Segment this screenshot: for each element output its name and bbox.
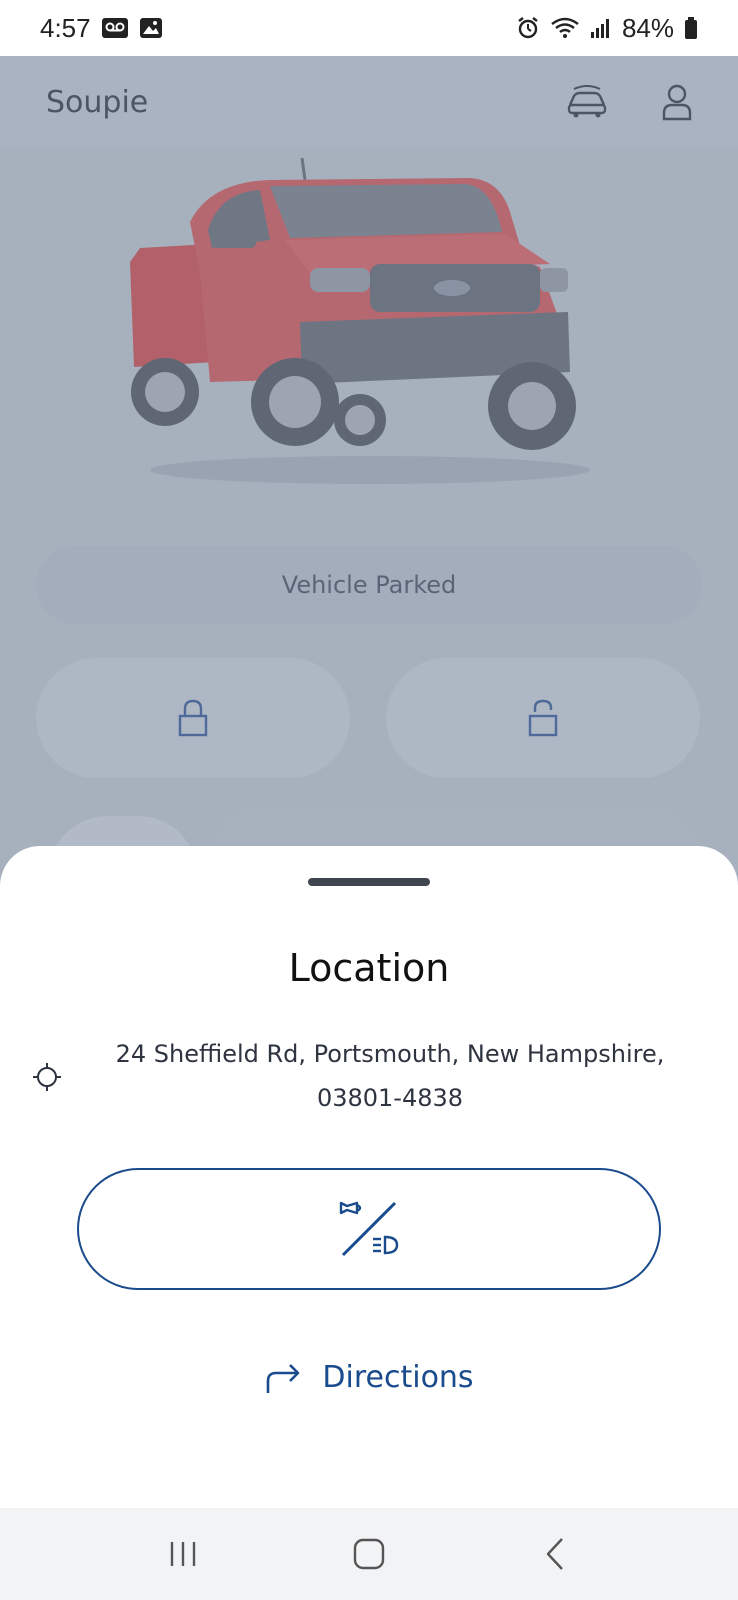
recent-apps-icon: [170, 1542, 196, 1566]
horn-lights-icon: [339, 1201, 399, 1257]
recent-apps-button[interactable]: [148, 1524, 218, 1584]
status-bar: 4:57 84%: [0, 0, 738, 56]
battery-icon: [685, 17, 697, 39]
address-line-1: 24 Sheffield Rd, Portsmouth, New Hampshi…: [115, 1040, 665, 1068]
battery-percent: 84%: [621, 12, 674, 43]
sheet-drag-handle[interactable]: [308, 878, 430, 886]
vehicle-status-text: Vehicle Parked: [281, 571, 457, 599]
vehicle-status-badge: Vehicle Parked: [36, 546, 702, 624]
status-right: 84%: [516, 13, 698, 44]
turn-right-arrow-icon: [267, 1363, 300, 1393]
voicemail-icon: [101, 18, 128, 38]
top-bar: Soupie: [0, 56, 738, 148]
directions-link[interactable]: Directions: [0, 1360, 738, 1395]
address-line-2: 03801-4838: [316, 1084, 464, 1112]
back-button[interactable]: [520, 1524, 590, 1584]
lock-button[interactable]: [36, 658, 350, 778]
vehicle-address: 24 Sheffield Rd, Portsmouth, New Hampshi…: [90, 1032, 690, 1120]
location-sheet: Location 24 Sheffield Rd, Portsmouth, Ne…: [0, 846, 738, 1508]
back-chevron-icon: [546, 1538, 563, 1570]
home-icon: [353, 1538, 385, 1570]
gallery-icon: [139, 18, 162, 38]
alarm-icon: [518, 17, 538, 39]
screen: 4:57 84% Soupie Vehicle Parked Location …: [0, 0, 738, 1600]
status-time: 4:57: [40, 12, 91, 43]
crosshair-icon: [33, 1063, 61, 1091]
sheet-title: Location: [288, 946, 450, 990]
unlock-icon: [528, 699, 558, 737]
navigation-bar: [0, 1508, 738, 1600]
wifi-icon: [551, 17, 579, 38]
home-button[interactable]: [334, 1524, 404, 1584]
account-icon[interactable]: [662, 83, 692, 121]
background-app: Soupie Vehicle Parked: [0, 56, 738, 936]
horn-lights-button[interactable]: [77, 1168, 661, 1290]
directions-label: Directions: [322, 1360, 474, 1395]
signal-icon: [590, 19, 609, 38]
lock-icon: [178, 699, 208, 737]
vehicle-switch-icon[interactable]: [566, 85, 608, 119]
top-icons: [566, 83, 692, 121]
unlock-button[interactable]: [386, 658, 700, 778]
app-title: Soupie: [46, 84, 149, 120]
vehicle-image: [130, 157, 590, 484]
status-left: 4:57: [40, 13, 163, 44]
